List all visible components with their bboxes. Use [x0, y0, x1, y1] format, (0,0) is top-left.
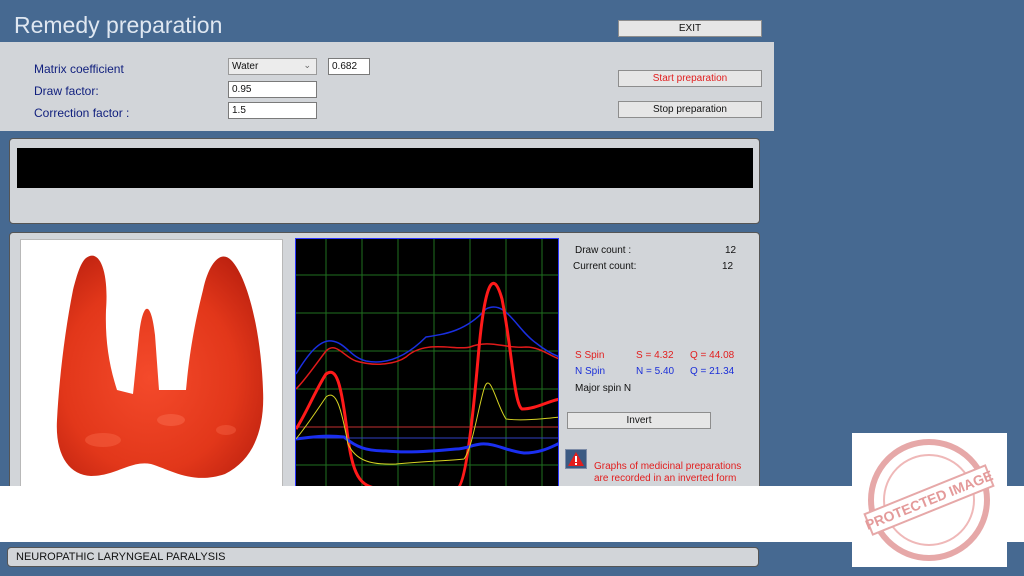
draw-count-label: Draw count :	[575, 245, 632, 256]
matrix-select-value: Water	[232, 61, 259, 72]
warning-triangle-icon	[565, 449, 587, 469]
draw-factor-label: Draw factor:	[34, 84, 99, 98]
progress-display	[17, 148, 753, 188]
matrix-value-input[interactable]: 0.682	[328, 58, 370, 75]
start-preparation-button[interactable]: Start preparation	[618, 70, 762, 87]
warning-line-1: Graphs of medicinal preparations	[594, 461, 742, 472]
diagnosis-bar: NEUROPATHIC LARYNGEAL PARALYSIS	[7, 547, 759, 567]
protected-image-watermark: PROTECTED IMAGE	[852, 433, 1007, 567]
s-spin-label: S Spin	[575, 350, 605, 361]
thyroid-illustration	[56, 255, 264, 478]
n-spin-value: N = 5.40	[636, 366, 675, 377]
draw-factor-input[interactable]: 0.95	[228, 81, 317, 98]
s-spin-value: S = 4.32	[636, 350, 674, 361]
draw-count-value: 12	[725, 245, 737, 256]
protected-stamp: PROTECTED IMAGE	[863, 439, 995, 561]
settings-panel: Matrix coefficient Water ⌄ 0.682 Draw fa…	[0, 42, 774, 131]
n-spin-q: Q = 21.34	[690, 366, 735, 377]
warning-line-2: are recorded in an inverted form	[594, 473, 737, 484]
correction-factor-input[interactable]: 1.5	[228, 102, 317, 119]
invert-button[interactable]: Invert	[567, 412, 711, 429]
matrix-coefficient-label: Matrix coefficient	[34, 62, 124, 76]
window-title: Remedy preparation	[14, 12, 223, 38]
n-spin-line	[296, 434, 558, 455]
graph-grid	[296, 239, 558, 491]
s-spin-line	[296, 281, 558, 491]
correction-factor-label: Correction factor :	[34, 106, 130, 120]
spin-graph	[295, 238, 559, 492]
spin-graph-canvas	[296, 239, 558, 491]
watermark-text: PROTECTED IMAGE	[863, 467, 995, 533]
warning-triangle-shape	[568, 452, 584, 466]
stop-preparation-button[interactable]: Stop preparation	[618, 101, 762, 118]
organ-image	[20, 239, 283, 492]
n-spin-thin-line	[296, 306, 558, 375]
n-spin-label: N Spin	[575, 366, 606, 377]
s-spin-q: Q = 44.08	[690, 350, 735, 361]
chevron-down-icon: ⌄	[303, 60, 311, 70]
exit-button[interactable]: EXIT	[618, 20, 762, 37]
current-count-value: 12	[722, 261, 734, 272]
current-count-label: Current count:	[573, 261, 637, 272]
major-spin-label: Major spin N	[575, 383, 632, 394]
matrix-select[interactable]: Water ⌄	[228, 58, 317, 75]
